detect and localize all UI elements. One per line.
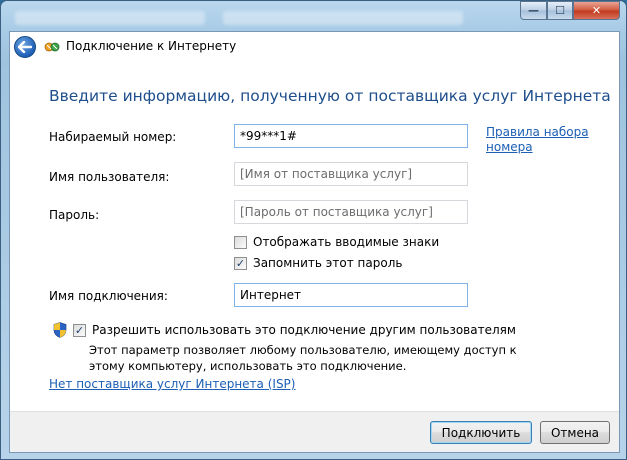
maximize-icon: ☐ <box>555 4 565 17</box>
cancel-button[interactable]: Отмена <box>540 421 610 444</box>
no-isp-link[interactable]: Нет поставщика услуг Интернета (ISP) <box>49 377 295 391</box>
dialing-rules-link-line2[interactable]: номера <box>486 140 533 154</box>
username-input[interactable]: [Имя от поставщика услуг] <box>234 162 468 186</box>
window-frame: — ☐ ✕ Подключение к Интернету Введите ин… <box>0 0 627 460</box>
show-characters-label: Отображать вводимые знаки <box>253 235 440 249</box>
show-characters-checkbox-row[interactable]: Отображать вводимые знаки <box>234 235 439 249</box>
allow-others-description: Этот параметр позволяет любому пользоват… <box>89 343 517 373</box>
connection-name-input[interactable]: Интернет <box>234 283 468 307</box>
remember-password-checkbox[interactable]: ✓ <box>234 256 247 270</box>
title-bar-blurred-text <box>15 11 205 25</box>
back-button[interactable] <box>14 36 36 58</box>
network-connection-icon <box>44 42 60 52</box>
connection-name-label: Имя подключения: <box>49 289 168 303</box>
page-heading: Введите информацию, полученную от постав… <box>49 87 611 105</box>
password-input[interactable]: [Пароль от поставщика услуг] <box>234 200 468 224</box>
dial-number-label: Набираемый номер: <box>49 130 177 144</box>
uac-shield-icon <box>53 322 67 338</box>
close-icon: ✕ <box>591 4 602 17</box>
remember-password-checkbox-row[interactable]: ✓ Запомнить этот пароль <box>234 256 402 270</box>
maximize-button[interactable]: ☐ <box>547 1 573 20</box>
back-arrow-icon <box>18 41 32 53</box>
dialog-title: Подключение к Интернету <box>66 39 237 53</box>
password-label: Пароль: <box>49 208 100 222</box>
dialing-rules-link-line1[interactable]: Правила набора <box>486 125 589 139</box>
allow-others-checkbox[interactable]: ✓ <box>73 323 86 337</box>
allow-others-checkbox-row[interactable]: ✓ Разрешить использовать это подключение… <box>73 323 516 337</box>
dial-number-input[interactable]: *99***1# <box>234 124 468 148</box>
username-label: Имя пользователя: <box>49 170 170 184</box>
connect-button[interactable]: Подключить <box>430 421 532 444</box>
allow-others-label: Разрешить использовать это подключение д… <box>92 323 516 337</box>
dialog-header: Подключение к Интернету <box>10 32 619 62</box>
show-characters-checkbox[interactable] <box>234 235 247 249</box>
title-bar-blurred-text <box>223 11 463 25</box>
remember-password-label: Запомнить этот пароль <box>253 256 403 270</box>
minimize-icon: — <box>528 4 539 17</box>
minimize-button[interactable]: — <box>520 1 547 20</box>
dialog-content: Подключение к Интернету Введите информац… <box>9 31 620 453</box>
close-button[interactable]: ✕ <box>573 1 620 20</box>
dialog-footer: Подключить Отмена <box>10 411 619 452</box>
